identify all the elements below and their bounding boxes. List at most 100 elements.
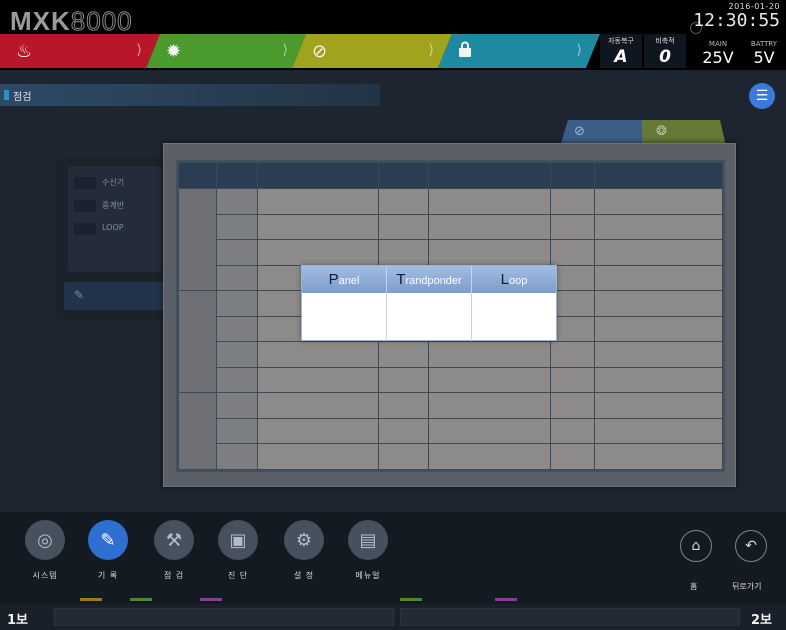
ruler-mark: [80, 598, 102, 601]
option-receiver[interactable]: 수신기: [74, 176, 144, 190]
option-label: 수신기: [102, 178, 125, 187]
table-row[interactable]: [178, 187, 723, 292]
auto-recovery-value: A: [614, 47, 628, 67]
floor-left-label[interactable]: 1보: [7, 609, 28, 628]
globe-icon: ◎: [25, 520, 65, 560]
ruler-mark: [130, 598, 152, 601]
floor-ruler: [0, 598, 786, 602]
ruler-mark: [200, 598, 222, 601]
logo-text: MXK: [10, 6, 71, 36]
prohibit-icon: ⊘: [312, 40, 328, 62]
column-initial: P: [328, 271, 339, 288]
home-icon: ⌂: [691, 538, 701, 554]
gear-icon: ⚙: [284, 520, 324, 560]
inspect-icon: ⚒: [154, 520, 194, 560]
option-loop[interactable]: LOOP: [74, 222, 144, 236]
chevron-right-icon: ⟩: [576, 42, 582, 58]
list-menu-button[interactable]: ☰: [749, 83, 775, 109]
dots-circle-icon: ❂: [656, 124, 667, 139]
popup-column-panel[interactable]: Panel: [302, 266, 387, 293]
fire-status-segment[interactable]: ♨ ⟩: [0, 34, 160, 68]
device-type-panel: 수신기 중계반 LOOP ✎: [56, 158, 174, 320]
non-accumulation-indicator[interactable]: 비축적 0: [644, 34, 686, 68]
nav-label: 기 록: [97, 571, 119, 580]
lock-status-segment[interactable]: ⟩: [438, 34, 600, 68]
home-label: 홈: [690, 582, 698, 591]
breadcrumb: 점검: [0, 84, 380, 106]
ruler-mark: [495, 598, 517, 601]
nav-label: 메뉴얼: [355, 571, 381, 580]
back-label: 뒤로가기: [732, 582, 762, 591]
table-row[interactable]: [179, 239, 723, 266]
page-title: 점검: [13, 92, 32, 103]
popup-column-loop[interactable]: Loop: [472, 266, 556, 293]
floor-right-label[interactable]: 2보: [751, 609, 772, 628]
table-row[interactable]: [178, 392, 723, 470]
time-display: 12:30:55: [693, 10, 780, 31]
column-initial: L: [500, 271, 509, 288]
clock: 2016-01-20 12:30:55: [693, 2, 780, 31]
monitor-icon: ▣: [218, 520, 258, 560]
chevron-right-icon: ⟩: [136, 42, 142, 58]
floor-track-1[interactable]: [54, 608, 394, 626]
table-row[interactable]: [179, 341, 723, 368]
nav-manual[interactable]: ▤ 메뉴얼: [343, 520, 393, 581]
pencil-icon: ✎: [88, 520, 128, 560]
battery-readout: BATTRY 5V: [742, 40, 786, 67]
battery-value: 5V: [753, 48, 775, 67]
prohibit-icon: ⊘: [574, 124, 585, 139]
back-button[interactable]: ↶: [735, 530, 767, 562]
home-button[interactable]: ⌂: [680, 530, 712, 562]
nav-inspect[interactable]: ⚒ 점 검: [149, 520, 199, 581]
selection-popup: Panel Trandponder Loop: [301, 265, 557, 341]
gear-icon: ✹: [166, 40, 182, 62]
table-row[interactable]: [179, 366, 723, 394]
floor-footer: 1보 2보: [0, 604, 786, 630]
option-repeater[interactable]: 중계반: [74, 199, 144, 213]
option-label: LOOP: [102, 223, 124, 232]
status-strip: ♨ ⟩ ✹ ⟩ ⊘ ⟩ ⟩: [0, 34, 592, 68]
battery-label: BATTRY: [750, 40, 778, 48]
auto-recovery-label: 자동복구: [608, 37, 634, 45]
top-status-bar: MXK8000 ♨ ⟩ ✹ ⟩ ⊘ ⟩ ⟩ 자동복구 A 비축적 0 2016-…: [0, 0, 786, 70]
non-accumulation-value: 0: [659, 47, 671, 67]
disable-status-segment[interactable]: ⊘ ⟩: [292, 34, 452, 68]
nav-record[interactable]: ✎ 기 록: [83, 520, 133, 581]
table-row[interactable]: [179, 417, 723, 445]
column-label: oop: [508, 275, 528, 287]
nav-label: 설 정: [293, 571, 315, 580]
pencil-icon: ✎: [74, 288, 85, 302]
transponder-list[interactable]: [387, 293, 472, 341]
nav-label: 진 단: [227, 571, 249, 580]
breadcrumb-marker: [4, 90, 9, 100]
panel-list[interactable]: [302, 293, 387, 341]
nav-diagnose[interactable]: ▣ 진 단: [213, 520, 263, 581]
table-header-row: [178, 162, 723, 189]
chevron-right-icon: ⟩: [282, 42, 288, 58]
non-accumulation-label: 비축적: [655, 37, 675, 45]
auto-recovery-indicator[interactable]: 자동복구 A: [600, 34, 642, 68]
book-icon: ▤: [348, 520, 388, 560]
table-row[interactable]: [179, 443, 723, 470]
nav-label: 점 검: [163, 571, 185, 580]
checkbox[interactable]: [74, 177, 96, 189]
popup-column-transponder[interactable]: Trandponder: [387, 266, 472, 293]
fault-status-segment[interactable]: ✹ ⟩: [146, 34, 306, 68]
checkbox[interactable]: [74, 223, 96, 235]
lock-icon: [458, 41, 472, 62]
floor-track-2[interactable]: [400, 608, 740, 626]
table-row[interactable]: [179, 213, 723, 241]
popup-header: Panel Trandponder Loop: [302, 266, 556, 293]
nav-system[interactable]: ◎ 시스템: [20, 520, 70, 581]
flame-icon: ♨: [16, 40, 33, 62]
edit-bar[interactable]: ✎: [64, 282, 174, 310]
nav-settings[interactable]: ⚙ 설 정: [279, 520, 329, 581]
popup-body: [302, 293, 556, 341]
nav-label: 시스템: [32, 571, 58, 580]
column-label: randponder: [405, 275, 462, 287]
column-label: anel: [338, 275, 360, 287]
main-power-value: 25V: [702, 48, 734, 67]
checkbox[interactable]: [74, 200, 96, 212]
logo-model-number: 8000: [70, 6, 133, 37]
loop-list[interactable]: [472, 293, 556, 341]
